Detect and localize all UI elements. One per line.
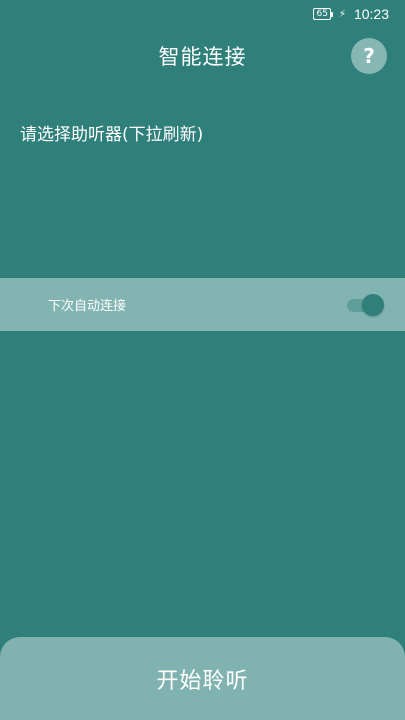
- header: 智能连接 ?: [0, 36, 405, 76]
- auto-connect-label: 下次自动连接: [48, 299, 127, 314]
- status-bar: 65 ⚡ 10:23: [0, 0, 405, 28]
- app-screen: 65 ⚡ 10:23 智能连接 ? 请选择助听器(下拉刷新) 下次自动连接 开始…: [0, 0, 405, 720]
- help-button[interactable]: ?: [351, 38, 387, 74]
- start-listening-button[interactable]: 开始聆听: [0, 637, 405, 720]
- status-time: 10:23: [353, 6, 389, 22]
- device-select-label: 请选择助听器(下拉刷新): [20, 125, 204, 145]
- battery-icon: 65: [313, 8, 334, 20]
- question-icon: ?: [363, 44, 375, 68]
- page-title: 智能连接: [158, 45, 247, 69]
- auto-connect-toggle[interactable]: [347, 293, 384, 316]
- toggle-thumb: [362, 293, 384, 316]
- battery-level: 65: [316, 9, 328, 19]
- auto-connect-row: 下次自动连接: [0, 278, 405, 331]
- device-list[interactable]: [0, 150, 405, 270]
- bolt-icon: ⚡: [338, 8, 346, 20]
